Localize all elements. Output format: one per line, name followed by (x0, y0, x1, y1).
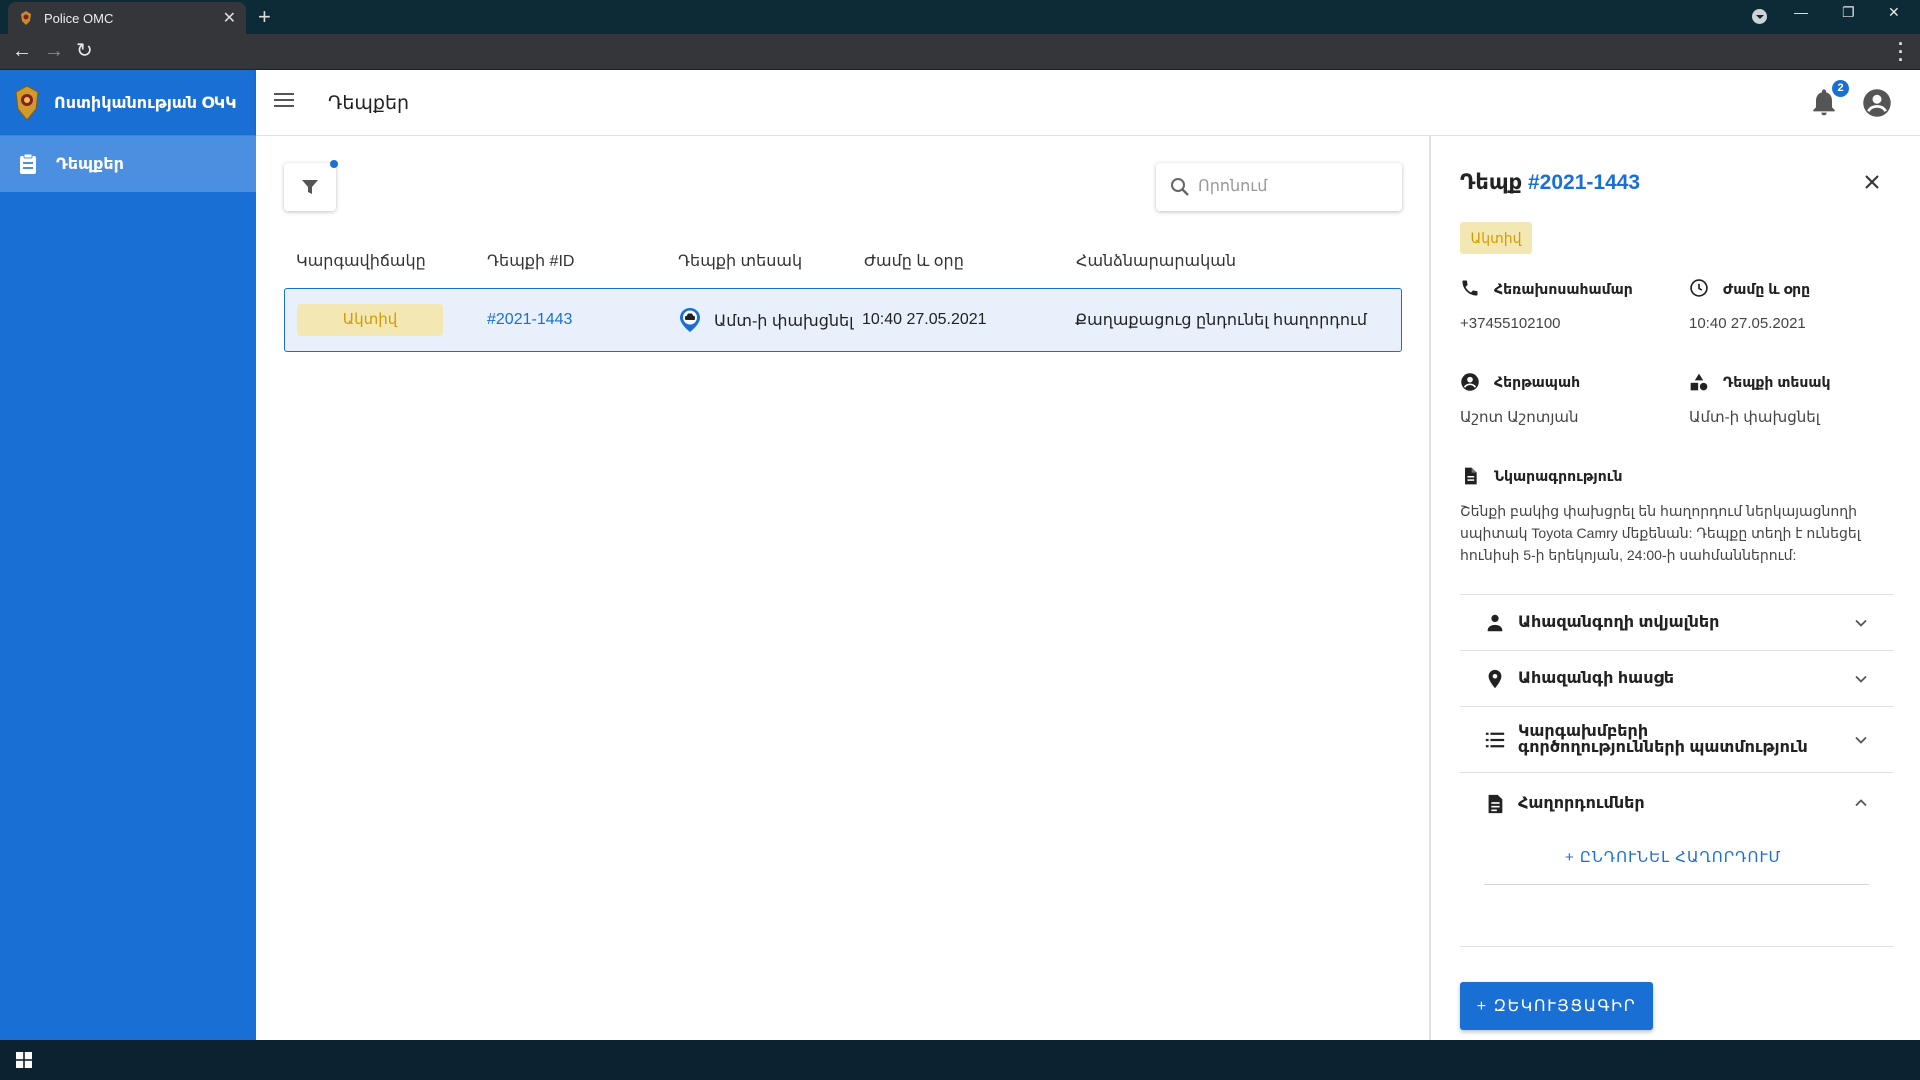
account-circle-icon (1461, 373, 1479, 391)
panel-title: Դեպք #2021-1443 (1460, 170, 1640, 195)
hamburger-menu-icon[interactable] (274, 92, 294, 108)
accordion-patrol-history[interactable]: Կարգախմբերի գործողությունների պատմությու… (1460, 706, 1893, 772)
forward-arrow-icon[interactable]: → (44, 39, 64, 63)
description-text: Շենքի բակից փախցրել են հաղորդում ներկայա… (1460, 503, 1861, 563)
case-datetime: 10:40 27.05.2021 (862, 311, 987, 328)
chevron-down-icon (1855, 736, 1867, 744)
close-icon[interactable] (1864, 174, 1880, 190)
accordion-caller-data[interactable]: Ահազանգողի տվյալներ (1460, 594, 1893, 650)
search-field[interactable] (1156, 163, 1402, 211)
location-pin-icon (1488, 669, 1502, 689)
person-icon (1487, 614, 1503, 632)
column-header-status[interactable]: Կարգավիճակը (296, 251, 426, 271)
cases-list-area: Կարգավիճակը Դեպքի #ID Դեպքի տեսակ Ժամը և… (256, 136, 1429, 1040)
tab-close-icon[interactable]: ✕ (223, 8, 236, 28)
status-badge: Ակտիվ (1460, 222, 1532, 254)
type-value: Ամտ-ի փախցնել (1689, 409, 1820, 426)
list-icon (1485, 732, 1505, 748)
profile-menu-icon[interactable] (1752, 9, 1767, 24)
case-type: Ամտ-ի փախցնել (714, 313, 854, 330)
column-header-id[interactable]: Դեպքի #ID (487, 251, 574, 271)
document-icon (1465, 467, 1477, 485)
phone-value: +37455102100 (1460, 315, 1561, 332)
sidebar-item-label: Դեպքեր (56, 156, 124, 173)
filter-icon (302, 180, 318, 194)
reload-icon[interactable]: ↻ (76, 39, 93, 63)
accordion-alarm-address[interactable]: Ահազանգի հասցե (1460, 650, 1893, 706)
case-id-link[interactable]: #2021-1443 (487, 311, 572, 329)
column-header-type[interactable]: Դեպքի տեսակ (678, 251, 802, 271)
page-title: Դեպքեր (328, 93, 410, 114)
app-header: Դեպքեր 2 (256, 70, 1920, 136)
clock-icon (1690, 279, 1708, 297)
sidebar-item-cases[interactable]: Դեպքեր (0, 136, 256, 192)
chevron-up-icon (1855, 799, 1867, 807)
notification-count-badge: 2 (1832, 80, 1849, 97)
type-label: Դեպքի տեսակ (1723, 374, 1831, 390)
description-label: Նկարագրություն (1494, 468, 1623, 484)
document-icon (1488, 794, 1503, 814)
minimize-button[interactable]: — (1794, 4, 1808, 20)
accordion-label: Ահազանգի հասցե (1518, 670, 1675, 687)
phone-icon (1462, 280, 1478, 296)
chevron-down-icon (1855, 675, 1867, 683)
phone-label: Հեռախոսահամար (1494, 281, 1633, 297)
car-theft-pin-icon (680, 308, 700, 332)
accordion-reports[interactable]: Հաղորդումներ (1460, 772, 1893, 828)
panel-case-id: #2021-1443 (1528, 171, 1641, 194)
accordion-label: Կարգախմբերի գործողությունների պատմությու… (1518, 723, 1808, 756)
brand: Ոստիկանության ՕԿԿ (0, 70, 256, 136)
new-tab-button[interactable]: + (258, 6, 271, 28)
divider (1484, 884, 1869, 885)
close-window-button[interactable]: ✕ (1888, 4, 1900, 21)
brand-name: Ոստիկանության ՕԿԿ (54, 94, 237, 112)
clipboard-icon (20, 153, 36, 174)
datetime-label: Ժամը և օրը (1723, 281, 1811, 297)
accordion-label: Ահազանգողի տվյալներ (1518, 614, 1720, 631)
account-circle-icon[interactable] (1862, 88, 1892, 118)
column-header-assignment[interactable]: Հանձնարարական (1076, 251, 1236, 271)
accordion-label: Հաղորդումներ (1518, 795, 1645, 812)
reporter-value: Աշոտ Աշոտյան (1460, 409, 1579, 426)
column-header-datetime[interactable]: Ժամը և օրը (864, 251, 964, 271)
case-detail-panel: Դեպք #2021-1443 Ակտիվ Հեռախոսահամար +374… (1429, 136, 1920, 1040)
browser-tab[interactable]: Police OMC ✕ (8, 2, 246, 34)
chevron-down-icon (1855, 619, 1867, 627)
browser-menu-icon[interactable]: · · · (1898, 35, 1904, 69)
restore-button[interactable]: ❐ (1842, 4, 1855, 21)
add-report-button[interactable]: + ԸՆԴՈՒՆԵԼ ՀԱՂՈՐԴՈՒՄ (1565, 848, 1781, 866)
search-input[interactable] (1198, 178, 1378, 196)
reporter-label: Հերթապահ (1494, 374, 1581, 390)
datetime-value: 10:40 27.05.2021 (1689, 315, 1806, 332)
filter-button[interactable] (284, 163, 336, 211)
table-row[interactable]: Ակտիվ #2021-1443 Ամտ-ի փախցնել 10:40 27.… (284, 288, 1402, 352)
search-icon (1171, 178, 1189, 196)
tab-title: Police OMC (44, 10, 114, 26)
create-report-button[interactable]: + ԶԵԿՈՒՅՑԱԳԻՐ (1460, 982, 1653, 1030)
back-arrow-icon[interactable]: ← (12, 39, 32, 63)
police-favicon-icon (21, 11, 31, 25)
windows-start-icon[interactable] (16, 1052, 32, 1068)
category-shapes-icon (1690, 373, 1708, 391)
sidebar: Ոստիկանության ՕԿԿ Դեպքեր (0, 70, 256, 1040)
panel-title-prefix: Դեպք (1460, 171, 1523, 194)
browser-tab-strip: Police OMC ✕ + — ❐ ✕ (0, 0, 1920, 34)
divider (1460, 946, 1893, 947)
case-assignment: Քաղաքացուց ընդունել հաղորդում (1075, 312, 1368, 329)
police-emblem-icon (15, 84, 39, 121)
filter-active-indicator (330, 160, 338, 168)
browser-toolbar: ← → ↻ · · · (0, 34, 1920, 70)
status-badge: Ակտիվ (297, 304, 443, 336)
os-taskbar (0, 1040, 1920, 1080)
